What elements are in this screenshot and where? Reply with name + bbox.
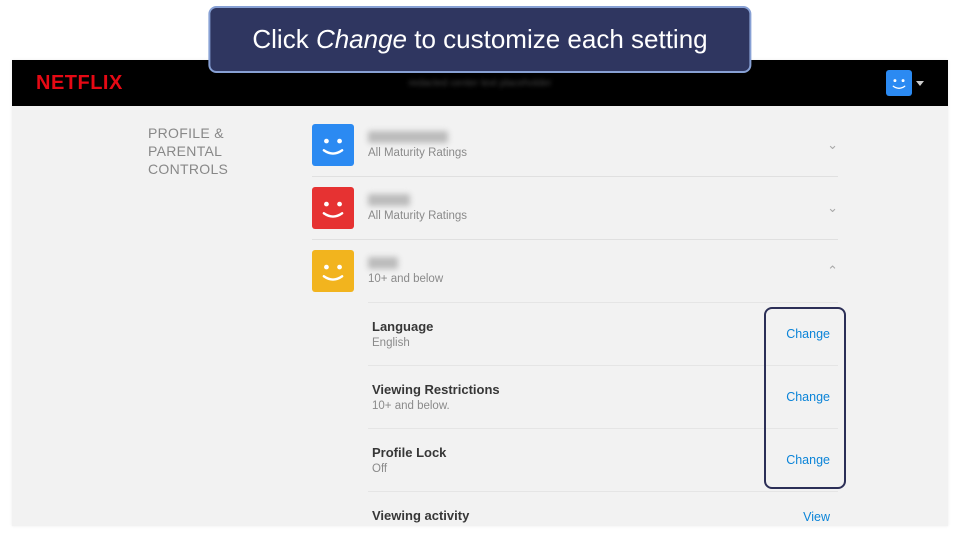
profile-avatar-icon (312, 124, 354, 166)
setting-title: Profile Lock (372, 445, 446, 460)
setting-title: Viewing Restrictions (372, 382, 500, 397)
profile-subtitle: 10+ and below (368, 273, 827, 285)
netflix-logo[interactable]: NETFLIX (36, 72, 123, 95)
chevron-down-icon: ⌄ (827, 200, 838, 216)
setting-value: 10+ and below. (372, 400, 500, 412)
profile-row[interactable]: All Maturity Ratings ⌄ (312, 176, 838, 239)
smiley-icon (312, 250, 354, 292)
setting-row-profile-lock: Profile Lock Off Change (368, 428, 838, 491)
profiles-column: All Maturity Ratings ⌄ All Maturity Rati… (312, 124, 948, 526)
change-link[interactable]: Change (786, 453, 830, 467)
change-link[interactable]: Change (786, 327, 830, 341)
section-heading: PROFILE & PARENTAL CONTROLS (148, 124, 296, 179)
profile-info: All Maturity Ratings (368, 131, 827, 159)
caret-down-icon (916, 81, 924, 86)
smiley-icon (312, 124, 354, 166)
chevron-up-icon: ⌃ (827, 263, 838, 279)
profile-info: 10+ and below (368, 257, 827, 285)
profile-row-expanded[interactable]: 10+ and below ⌃ (312, 239, 838, 302)
profile-subtitle: All Maturity Ratings (368, 210, 827, 222)
current-profile-avatar (886, 70, 912, 96)
profile-info: All Maturity Ratings (368, 194, 827, 222)
change-link[interactable]: Change (786, 390, 830, 404)
profile-menu[interactable] (886, 70, 924, 96)
content-area: PROFILE & PARENTAL CONTROLS All Maturity… (12, 106, 948, 526)
setting-title: Viewing activity (372, 508, 469, 523)
callout-prefix: Click (252, 24, 316, 54)
profile-avatar-icon (312, 187, 354, 229)
callout-suffix: to customize each setting (407, 24, 708, 54)
smiley-icon (312, 187, 354, 229)
profile-avatar-icon (312, 250, 354, 292)
navbar-center-text-redacted: redacted center text placeholder (409, 78, 552, 89)
profile-row[interactable]: All Maturity Ratings ⌄ (312, 124, 838, 176)
smiley-icon (886, 70, 912, 96)
profile-subtitle: All Maturity Ratings (368, 147, 827, 159)
profile-settings-list: Language English Change Viewing Restrict… (368, 302, 838, 526)
setting-title: Language (372, 319, 433, 334)
profile-name-redacted (368, 257, 398, 269)
profile-name-redacted (368, 131, 448, 143)
profile-name-redacted (368, 194, 410, 206)
app-window: NETFLIX redacted center text placeholder… (12, 60, 948, 526)
callout-emphasis: Change (316, 24, 407, 54)
setting-value: Off (372, 463, 446, 475)
setting-row-viewing-activity: Viewing activity View (368, 491, 838, 526)
view-link[interactable]: View (803, 510, 830, 524)
section-heading-column: PROFILE & PARENTAL CONTROLS (12, 124, 312, 526)
chevron-down-icon: ⌄ (827, 137, 838, 153)
setting-row-viewing-restrictions: Viewing Restrictions 10+ and below. Chan… (368, 365, 838, 428)
setting-value: English (372, 337, 433, 349)
instruction-callout: Click Change to customize each setting (208, 6, 751, 73)
setting-row-language: Language English Change (368, 302, 838, 365)
